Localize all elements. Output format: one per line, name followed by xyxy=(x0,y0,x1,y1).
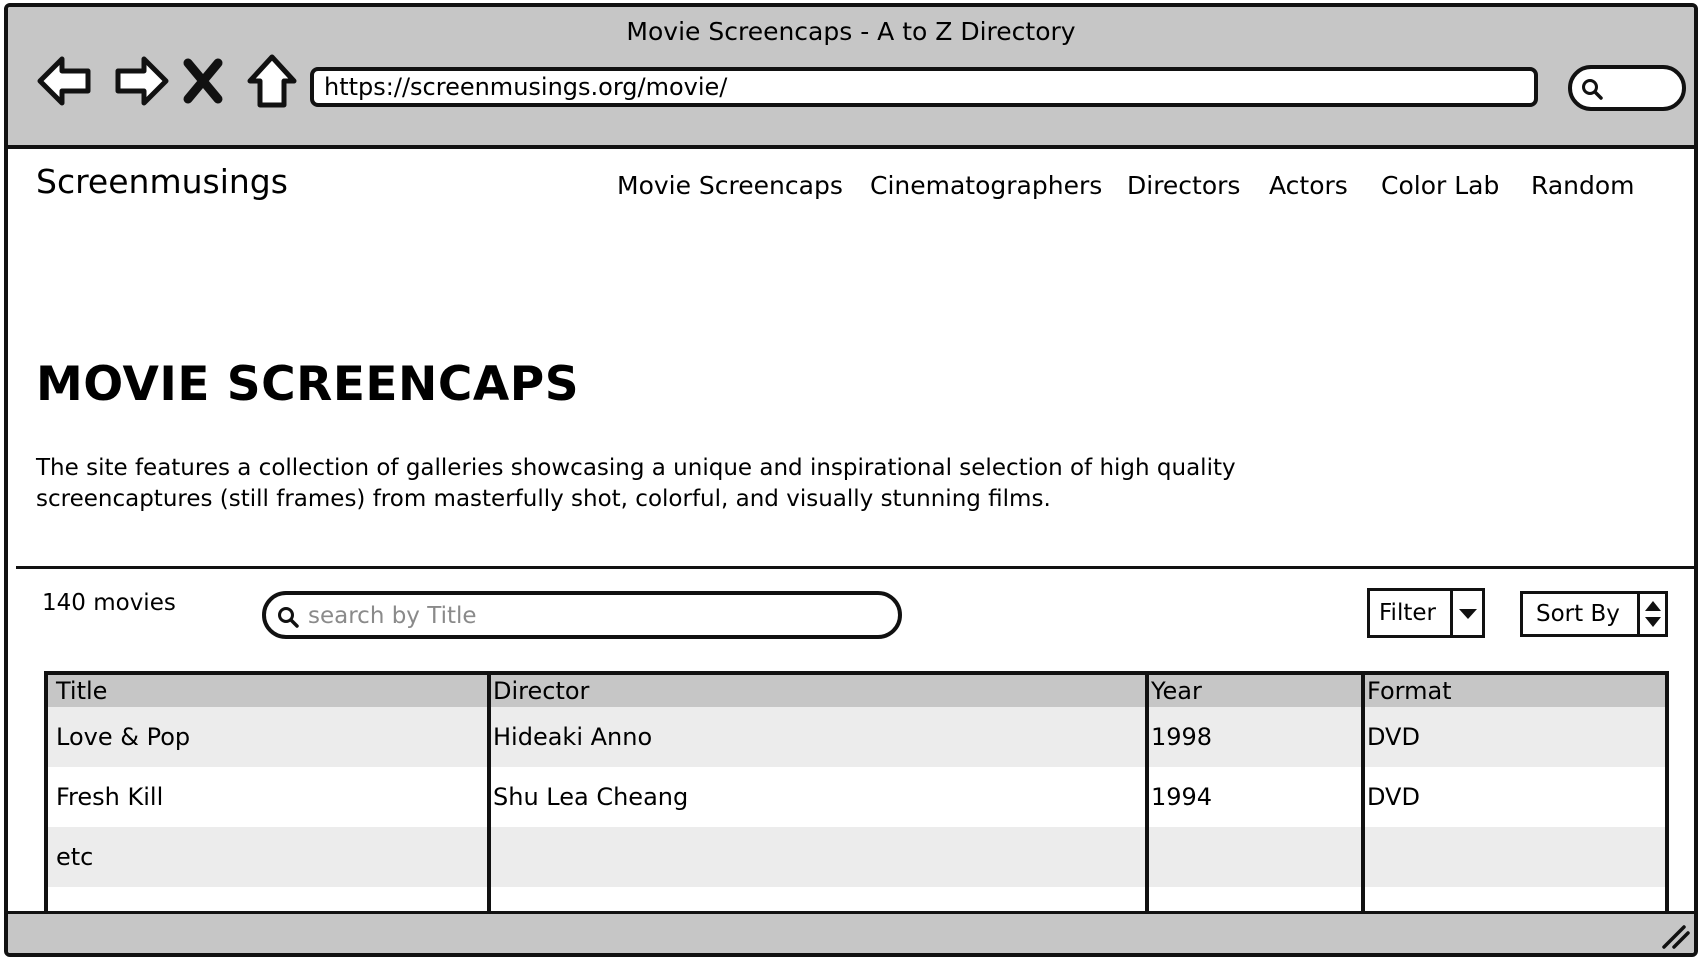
sort-arrows-icon xyxy=(1645,601,1661,627)
description-line: screencaptures (still frames) from maste… xyxy=(36,486,1051,512)
sort-by-dropdown[interactable]: Sort By xyxy=(1520,591,1668,637)
title-search-input[interactable] xyxy=(306,599,870,633)
page-title: MOVIE SCREENCAPS xyxy=(36,357,580,412)
nav-actors[interactable]: Actors xyxy=(1269,171,1348,200)
title-search-box[interactable] xyxy=(262,591,902,639)
nav-random[interactable]: Random xyxy=(1531,171,1635,200)
cell-director: Hideaki Anno xyxy=(487,707,1147,767)
address-bar[interactable]: https://screenmusings.org/movie/ xyxy=(310,67,1538,107)
browser-chrome: Movie Screencaps - A to Z Directory http… xyxy=(8,7,1694,149)
browser-search-field[interactable] xyxy=(1568,65,1686,111)
table-header-row: Title Director Year Format xyxy=(48,675,1665,707)
cell-year xyxy=(1145,827,1363,887)
filter-label: Filter xyxy=(1379,600,1436,626)
cell-title[interactable]: Love & Pop xyxy=(48,707,489,767)
table-row[interactable]: etc xyxy=(48,827,1665,887)
browser-window: Movie Screencaps - A to Z Directory http… xyxy=(4,3,1698,957)
page-description: The site features a collection of galler… xyxy=(36,453,1316,515)
filter-dropdown[interactable]: Filter xyxy=(1367,588,1485,638)
cell-title[interactable]: etc xyxy=(48,827,489,887)
cell-format: DVD xyxy=(1361,707,1665,767)
nav-color-lab[interactable]: Color Lab xyxy=(1381,171,1499,200)
cell-format: DVD xyxy=(1361,767,1665,827)
cell-format xyxy=(1361,827,1665,887)
search-icon xyxy=(1582,79,1603,100)
column-header-year[interactable]: Year xyxy=(1145,675,1363,707)
cell-year: 1994 xyxy=(1145,767,1363,827)
column-header-title[interactable]: Title xyxy=(48,675,489,707)
description-line: The site features a collection of galler… xyxy=(36,455,1236,481)
sort-separator xyxy=(1637,594,1640,634)
status-bar xyxy=(8,911,1694,953)
nav-directors[interactable]: Directors xyxy=(1127,171,1240,200)
filter-separator xyxy=(1450,591,1453,635)
cell-director: Shu Lea Cheang xyxy=(487,767,1147,827)
cell-year: 1998 xyxy=(1145,707,1363,767)
cell-director xyxy=(487,827,1147,887)
column-header-director[interactable]: Director xyxy=(487,675,1147,707)
cell-title[interactable]: Fresh Kill xyxy=(48,767,489,827)
forward-arrow-icon[interactable] xyxy=(108,49,172,113)
nav-cinematographers[interactable]: Cinematographers xyxy=(870,171,1102,200)
movies-table: Title Director Year Format Love & Pop Hi… xyxy=(44,671,1669,951)
sort-label: Sort By xyxy=(1536,601,1620,627)
section-divider xyxy=(16,566,1694,569)
home-icon[interactable] xyxy=(240,49,304,113)
table-row[interactable]: Fresh Kill Shu Lea Cheang 1994 DVD xyxy=(48,767,1665,827)
column-header-format[interactable]: Format xyxy=(1361,675,1665,707)
nav-movie-screencaps[interactable]: Movie Screencaps xyxy=(617,171,843,200)
site-nav: Movie Screencaps Cinematographers Direct… xyxy=(8,171,1694,211)
close-icon[interactable] xyxy=(180,49,226,113)
chevron-down-icon xyxy=(1459,609,1477,619)
resize-grip-icon[interactable] xyxy=(1660,923,1690,949)
movie-count: 140 movies xyxy=(42,590,176,616)
search-icon xyxy=(278,607,299,628)
back-arrow-icon[interactable] xyxy=(34,49,98,113)
window-title: Movie Screencaps - A to Z Directory xyxy=(626,17,1076,46)
table-row[interactable]: Love & Pop Hideaki Anno 1998 DVD xyxy=(48,707,1665,767)
